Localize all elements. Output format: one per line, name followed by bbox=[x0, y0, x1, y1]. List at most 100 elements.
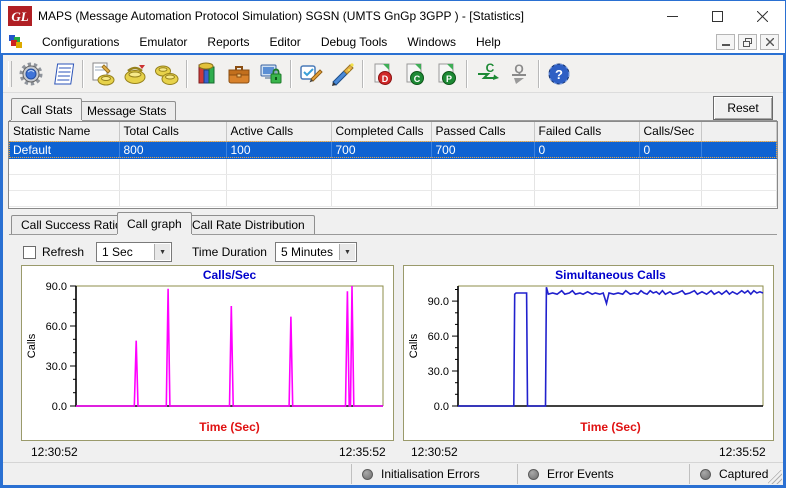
menu-bar: Configurations Emulator Reports Editor D… bbox=[1, 31, 785, 53]
menu-windows[interactable]: Windows bbox=[397, 33, 466, 51]
tab-call-graph[interactable]: Call graph bbox=[117, 212, 192, 234]
empty-row bbox=[9, 174, 777, 191]
svg-text:?: ? bbox=[555, 67, 563, 82]
calls-per-sec-plot: 0.0 30.0 60.0 90.0 Calls/Sec Calls Time (Sec) bbox=[26, 268, 384, 434]
right-chart-end-time: 12:35:52 bbox=[719, 445, 766, 459]
status-led-icon bbox=[528, 468, 539, 480]
col-completed-calls[interactable]: Completed Calls bbox=[331, 122, 432, 142]
simultaneous-calls-plot: 0.0 30.0 60.0 90.0 Simultaneous Calls Calls Ti… bbox=[408, 268, 764, 434]
app-window: GL MAPS (Message Automation Protocol Sim… bbox=[0, 0, 786, 488]
simultaneous-calls-chart: 0.0 30.0 60.0 90.0 Simultaneous Calls Calls Ti… bbox=[403, 265, 774, 441]
graph-controls: Refresh 1 Sec ▼ Time Duration 5 Minutes … bbox=[13, 239, 773, 265]
mdi-minimize-icon bbox=[721, 44, 730, 46]
remote-secure-icon[interactable] bbox=[255, 58, 287, 90]
testbed-setup-icon[interactable] bbox=[15, 58, 47, 90]
status-error-events[interactable]: Error Events bbox=[517, 464, 689, 484]
mdi-minimize-button[interactable] bbox=[716, 34, 735, 50]
minimize-button[interactable] bbox=[650, 1, 695, 31]
svg-text:90.0: 90.0 bbox=[428, 296, 449, 308]
svg-text:30.0: 30.0 bbox=[428, 366, 449, 378]
svg-text:P: P bbox=[446, 74, 452, 84]
col-failed-calls[interactable]: Failed Calls bbox=[534, 122, 640, 142]
title-bar: GL MAPS (Message Automation Protocol Sim… bbox=[1, 1, 785, 31]
window-title: MAPS (Message Automation Protocol Simula… bbox=[38, 9, 524, 23]
menu-editor[interactable]: Editor bbox=[259, 33, 310, 51]
script-verify-icon[interactable] bbox=[295, 58, 327, 90]
col-passed-calls[interactable]: Passed Calls bbox=[431, 122, 535, 142]
stats-tab-strip: Call Stats Message Stats bbox=[9, 98, 777, 121]
svg-text:Calls: Calls bbox=[408, 333, 420, 358]
tab-message-stats[interactable]: Message Stats bbox=[77, 101, 177, 120]
start-p-icon[interactable]: P bbox=[431, 58, 463, 90]
close-button[interactable] bbox=[740, 1, 785, 31]
svg-text:Simultaneous Calls: Simultaneous Calls bbox=[555, 268, 666, 282]
start-d-icon[interactable]: D bbox=[367, 58, 399, 90]
svg-text:Time (Sec): Time (Sec) bbox=[199, 420, 259, 434]
col-total-calls[interactable]: Total Calls bbox=[119, 122, 227, 142]
menu-emulator[interactable]: Emulator bbox=[129, 33, 197, 51]
mdi-close-button[interactable] bbox=[760, 34, 779, 50]
toolbar-separator bbox=[466, 59, 468, 88]
chevron-down-icon[interactable]: ▼ bbox=[154, 244, 171, 260]
help-icon[interactable]: ? bbox=[543, 58, 575, 90]
tab-call-success-ratio[interactable]: Call Success Ratio bbox=[11, 215, 132, 234]
maximize-button[interactable] bbox=[695, 1, 740, 31]
reset-button[interactable]: Reset bbox=[713, 96, 773, 120]
close-icon bbox=[757, 10, 768, 22]
col-active-calls[interactable]: Active Calls bbox=[226, 122, 332, 142]
chevron-down-icon[interactable]: ▼ bbox=[338, 244, 355, 260]
col-calls-per-sec[interactable]: Calls/Sec bbox=[639, 122, 702, 142]
call-stats-table: Statistic Name Total Calls Active Calls … bbox=[8, 121, 778, 209]
col-statistic-name[interactable]: Statistic Name bbox=[9, 122, 120, 142]
col-filler bbox=[701, 122, 777, 142]
svg-text:C: C bbox=[414, 74, 421, 84]
resize-grip[interactable] bbox=[768, 470, 782, 484]
minimize-icon bbox=[667, 15, 678, 17]
toolbar: D C P C Q ? bbox=[3, 55, 783, 93]
script-editor-icon[interactable] bbox=[87, 58, 119, 90]
svg-text:0.0: 0.0 bbox=[52, 401, 67, 413]
status-bar: Initialisation Errors Error Events Captu… bbox=[3, 462, 783, 485]
statistics-icon[interactable] bbox=[191, 58, 223, 90]
svg-text:C: C bbox=[486, 61, 495, 75]
toolbar-separator bbox=[290, 59, 292, 88]
svg-text:30.0: 30.0 bbox=[46, 361, 67, 373]
mdi-restore-icon bbox=[743, 37, 752, 47]
toolbar-separator bbox=[538, 59, 540, 88]
stop-icon[interactable]: Q bbox=[503, 58, 535, 90]
refresh-interval-select[interactable]: 1 Sec ▼ bbox=[96, 242, 173, 262]
script-wizard-icon[interactable] bbox=[327, 58, 359, 90]
tab-call-rate-distribution[interactable]: Call Rate Distribution bbox=[182, 215, 315, 234]
status-initialisation-errors[interactable]: Initialisation Errors bbox=[351, 464, 517, 484]
svg-text:60.0: 60.0 bbox=[46, 321, 67, 333]
svg-text:Calls: Calls bbox=[26, 333, 38, 358]
status-led-icon bbox=[700, 468, 711, 480]
table-header-row: Statistic Name Total Calls Active Calls … bbox=[9, 122, 777, 142]
menu-debug-tools[interactable]: Debug Tools bbox=[311, 33, 398, 51]
profile-log-icon[interactable] bbox=[47, 58, 79, 90]
profiles-briefcase-icon[interactable] bbox=[223, 58, 255, 90]
client-area: D C P C Q ? Call Stats Message Stats Res… bbox=[1, 53, 785, 487]
call-generation-icon[interactable] bbox=[119, 58, 151, 90]
svg-text:0.0: 0.0 bbox=[434, 401, 449, 413]
right-chart-start-time: 12:30:52 bbox=[411, 445, 458, 459]
menu-help[interactable]: Help bbox=[466, 33, 511, 51]
empty-row bbox=[9, 190, 777, 207]
maximize-icon bbox=[712, 10, 723, 22]
menu-configurations[interactable]: Configurations bbox=[32, 33, 129, 51]
start-c-icon[interactable]: C bbox=[399, 58, 431, 90]
svg-text:Calls/Sec: Calls/Sec bbox=[203, 268, 257, 282]
table-row-default[interactable]: Default 800 100 700 700 0 0 bbox=[9, 141, 777, 159]
menu-reports[interactable]: Reports bbox=[197, 33, 259, 51]
call-reception-icon[interactable] bbox=[151, 58, 183, 90]
left-chart-start-time: 12:30:52 bbox=[31, 445, 78, 459]
calls-per-sec-chart: 0.0 30.0 60.0 90.0 Calls/Sec Calls Time (Sec) bbox=[21, 265, 394, 441]
toolbar-separator bbox=[362, 59, 364, 88]
time-duration-select[interactable]: 5 Minutes ▼ bbox=[274, 242, 357, 262]
mdi-restore-button[interactable] bbox=[738, 34, 757, 50]
refresh-checkbox[interactable] bbox=[23, 245, 36, 259]
svg-text:Time (Sec): Time (Sec) bbox=[580, 420, 640, 434]
svg-text:60.0: 60.0 bbox=[428, 331, 449, 343]
continue-icon[interactable]: C bbox=[471, 58, 503, 90]
tab-call-stats[interactable]: Call Stats bbox=[11, 98, 83, 120]
